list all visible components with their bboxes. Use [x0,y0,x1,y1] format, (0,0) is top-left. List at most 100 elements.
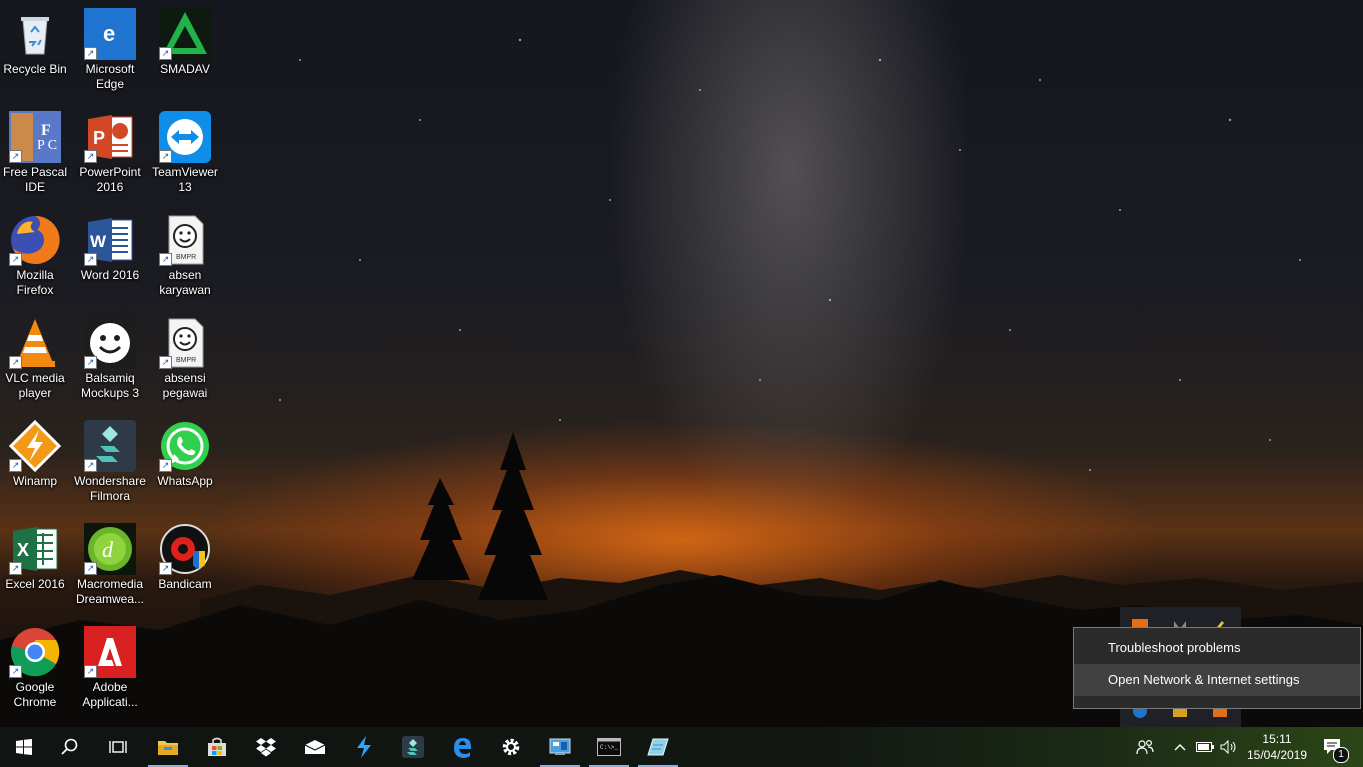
desktop-icon-free-pascal[interactable]: FP C ↗ Free Pascal IDE [0,111,72,195]
network-context-menu: Troubleshoot problems Open Network & Int… [1073,627,1361,709]
bmpr-file-icon: BMPR ↗ [159,214,211,266]
edge-icon [454,738,471,758]
filmora-launcher-button[interactable] [340,727,388,767]
desktop-icon-winamp[interactable]: ↗ Winamp [0,419,72,489]
bmpr-file-icon: BMPR ↗ [159,317,211,369]
shortcut-arrow-icon: ↗ [9,459,22,472]
filmora-icon: ↗ [84,420,136,472]
start-icon [16,739,32,755]
dropbox-button[interactable] [242,727,290,767]
command-prompt-button[interactable]: C:\>_ [585,727,633,767]
desktop-icon-teamviewer[interactable]: ↗ TeamViewer 13 [148,111,222,195]
desktop-icon-absen-karyawan[interactable]: BMPR ↗ absen karyawan [148,214,222,298]
desktop-icon-powerpoint[interactable]: P ↗ PowerPoint 2016 [73,111,147,195]
desktop-icon-recycle-bin[interactable]: Recycle Bin [0,8,72,77]
menu-item-troubleshoot[interactable]: Troubleshoot problems [1074,632,1360,664]
desktop-icon-label: Recycle Bin [3,62,67,76]
desktop-icon-label: absen karyawan [159,268,211,297]
desktop-icon-smadav[interactable]: ↗ SMADAV [148,8,222,77]
desktop-icon-label: Free Pascal IDE [2,165,68,194]
notification-count-badge: 1 [1333,747,1349,763]
taskbar-clock[interactable]: 15:11 15/04/2019 [1246,731,1308,763]
chevron-up-icon [1174,744,1186,751]
desktop-icon-label: TeamViewer 13 [152,165,218,194]
task-view-icon [109,741,127,753]
shortcut-arrow-icon: ↗ [159,253,172,266]
svg-text:P C: P C [37,138,57,153]
desktop-icon-dreamweaver[interactable]: d ↗ Macromedia Dreamwea... [73,523,147,607]
filmora-editor-icon [402,736,424,758]
svg-text:e: e [103,21,115,46]
task-view-button[interactable] [94,727,142,767]
volume-button[interactable] [1218,727,1240,767]
battery-button[interactable] [1194,727,1216,767]
desktop-icon-label: absensi pegawai [162,371,208,400]
bmpr-badge: BMPR [176,357,196,364]
svg-text:C:\>_: C:\>_ [600,744,618,751]
store-icon [208,737,226,756]
store-button[interactable] [193,727,241,767]
dropbox-icon [256,738,276,757]
shortcut-arrow-icon: ↗ [9,665,22,678]
desktop-icon-label: Bandicam [158,577,212,591]
action-center-button[interactable]: 1 [1318,727,1349,767]
desktop-icon-chrome[interactable]: ↗ Google Chrome [0,626,72,710]
shortcut-arrow-icon: ↗ [84,356,97,369]
filmora-launcher-icon [357,736,371,758]
teamviewer-icon: ↗ [159,111,211,163]
svg-text:W: W [90,232,107,251]
mail-button[interactable] [291,727,339,767]
shortcut-arrow-icon: ↗ [159,459,172,472]
shortcut-arrow-icon: ↗ [84,459,97,472]
menu-item-open-network-settings[interactable]: Open Network & Internet settings [1074,664,1360,696]
excel-icon: X ↗ [9,523,61,575]
smadav-icon: ↗ [159,8,211,60]
desktop-icon-bandicam[interactable]: ↗ Bandicam [148,523,222,592]
file-explorer-icon [158,741,178,755]
file-explorer-button[interactable] [144,727,192,767]
start-button[interactable] [0,727,48,767]
show-hidden-icons-button[interactable] [1170,727,1190,767]
desktop-icon-label: Word 2016 [80,268,140,282]
filmora-editor-button[interactable] [389,727,437,767]
shortcut-arrow-icon: ↗ [84,150,97,163]
desktop-icon-firefox[interactable]: ↗ Mozilla Firefox [0,214,72,298]
desktop-icon-adobe[interactable]: ↗ Adobe Applicati... [73,626,147,710]
battery-icon [1196,742,1214,752]
desktop-icon-label: WhatsApp [157,474,213,488]
desktop-icon-label: Balsamiq Mockups 3 [80,371,140,400]
desktop-icon-label: Adobe Applicati... [82,680,138,709]
desktop-icon-label: Wondershare Filmora [74,474,146,503]
shortcut-arrow-icon: ↗ [9,562,22,575]
desktop-icon-excel[interactable]: X ↗ Excel 2016 [0,523,72,592]
shortcut-arrow-icon: ↗ [159,562,172,575]
control-panel-button[interactable] [536,727,584,767]
search-icon [61,738,78,755]
edge-taskbar-button[interactable] [438,727,486,767]
adobe-icon: ↗ [84,626,136,678]
desktop-icon-edge[interactable]: e ↗ Microsoft Edge [73,8,147,92]
desktop-icon-whatsapp[interactable]: ↗ WhatsApp [148,420,222,489]
desktop-icon-label: Google Chrome [13,680,57,709]
shortcut-arrow-icon: ↗ [9,253,22,266]
people-button[interactable] [1132,727,1158,767]
svg-text:F: F [41,122,51,139]
whatsapp-icon: ↗ [159,420,211,472]
desktop-icon-label: Macromedia Dreamwea... [75,577,145,606]
powerpoint-icon: P ↗ [84,111,136,163]
desktop-icon-label: Mozilla Firefox [16,268,54,297]
mail-icon [304,740,326,754]
desktop-icon-balsamiq[interactable]: ↗ Balsamiq Mockups 3 [73,317,147,401]
volume-icon [1220,740,1236,754]
notes-button[interactable] [634,727,682,767]
desktop-icon-word[interactable]: W ↗ Word 2016 [73,214,147,283]
desktop-icon-vlc[interactable]: ↗ VLC media player [0,317,72,401]
notes-icon [647,738,669,756]
chrome-icon: ↗ [9,626,61,678]
shortcut-arrow-icon: ↗ [84,253,97,266]
desktop-icon-absensi-pegawai[interactable]: BMPR ↗ absensi pegawai [148,317,222,401]
search-button[interactable] [46,727,94,767]
desktop-icon-filmora[interactable]: ↗ Wondershare Filmora [73,420,147,504]
dreamweaver-icon: d ↗ [84,523,136,575]
settings-button[interactable] [487,727,535,767]
